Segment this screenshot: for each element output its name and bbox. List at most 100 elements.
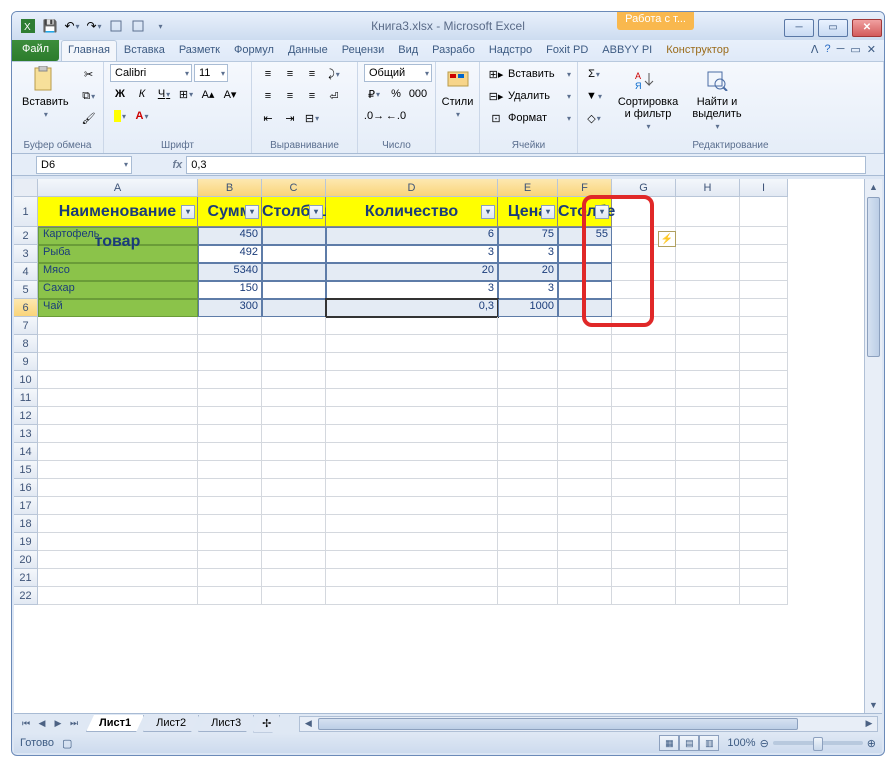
cell[interactable] [326,497,498,515]
hscroll-thumb[interactable] [318,718,798,730]
cell[interactable] [498,425,558,443]
shrink-font-button[interactable]: A▾ [220,84,240,104]
cell[interactable] [38,443,198,461]
tab-developer[interactable]: Разрабо [425,40,482,61]
delete-cells-button[interactable]: ⊟▸ [486,86,506,106]
cell[interactable] [740,443,788,461]
tab-formulas[interactable]: Формул [227,40,281,61]
format-cells-button[interactable]: ⊡ [486,108,506,128]
cell[interactable] [262,317,326,335]
row-header[interactable]: 19 [14,533,38,551]
tab-insert[interactable]: Вставка [117,40,172,61]
cell[interactable] [676,335,740,353]
cell[interactable] [676,353,740,371]
cell[interactable] [740,461,788,479]
cell[interactable] [740,479,788,497]
cell[interactable] [38,317,198,335]
cell[interactable] [676,443,740,461]
cell[interactable] [676,371,740,389]
cell[interactable] [740,263,788,281]
wrap-text-button[interactable]: ⏎ [324,86,344,106]
row-header[interactable]: 11 [14,389,38,407]
macro-record-icon[interactable]: ▢ [62,737,72,750]
cell[interactable] [198,317,262,335]
cell[interactable] [612,281,676,299]
cell[interactable] [198,443,262,461]
cell[interactable] [612,479,676,497]
align-bottom-button[interactable]: ≡ [302,64,322,84]
row-header[interactable]: 18 [14,515,38,533]
cell[interactable] [558,407,612,425]
cell[interactable] [326,371,498,389]
cell[interactable] [612,197,676,227]
cell[interactable] [676,281,740,299]
table-cell[interactable]: 3 [326,281,498,299]
cell[interactable] [558,389,612,407]
cell[interactable] [198,461,262,479]
cell[interactable] [612,461,676,479]
cell[interactable] [262,587,326,605]
cell[interactable] [262,335,326,353]
cell[interactable] [498,479,558,497]
cell[interactable] [262,425,326,443]
row-header[interactable]: 12 [14,407,38,425]
cell[interactable] [740,425,788,443]
cell[interactable] [498,443,558,461]
cell[interactable] [326,587,498,605]
cell[interactable] [38,425,198,443]
cell[interactable] [558,335,612,353]
cell[interactable] [262,371,326,389]
fill-color-button[interactable]: ▾ [110,106,130,126]
table-header-cell[interactable]: Цена▾ [498,197,558,227]
cell[interactable] [498,497,558,515]
cell[interactable] [498,551,558,569]
cell[interactable] [612,353,676,371]
cell[interactable] [198,569,262,587]
cell[interactable] [326,389,498,407]
table-cell[interactable]: 55 [558,227,612,245]
cell[interactable] [262,479,326,497]
normal-view-button[interactable]: ▦ [659,735,679,751]
table-header-cell[interactable]: Столбец▾ [262,197,326,227]
table-cell[interactable]: 5340 [198,263,262,281]
table-cell[interactable]: Мясо [38,263,198,281]
qat-customize[interactable]: ▾ [150,16,170,36]
cell[interactable] [612,515,676,533]
cell[interactable] [558,317,612,335]
table-cell[interactable] [262,281,326,299]
table-cell[interactable]: Чай [38,299,198,317]
cell[interactable] [326,317,498,335]
cell[interactable] [676,569,740,587]
cell[interactable] [676,551,740,569]
cell[interactable] [198,353,262,371]
cell[interactable] [740,497,788,515]
cell[interactable] [558,371,612,389]
tab-nav-next[interactable]: ▶ [50,716,66,732]
align-left-button[interactable]: ≡ [258,86,278,106]
tab-design[interactable]: Конструктор [659,40,736,61]
tab-nav-prev[interactable]: ◀ [34,716,50,732]
table-cell[interactable]: 3 [326,245,498,263]
table-cell[interactable] [558,263,612,281]
cell[interactable] [326,335,498,353]
currency-button[interactable]: ₽▾ [364,84,384,104]
cell[interactable] [558,425,612,443]
cell[interactable] [612,425,676,443]
zoom-out-button[interactable]: ⊖ [760,737,769,750]
row-header[interactable]: 16 [14,479,38,497]
cell[interactable] [326,443,498,461]
cell[interactable] [612,407,676,425]
table-cell[interactable]: 0,3 [326,299,498,317]
cell[interactable] [612,497,676,515]
help-icon[interactable]: ? [824,43,830,58]
table-header-cell[interactable]: Количество▾ [326,197,498,227]
cell[interactable] [612,263,676,281]
find-select-button[interactable]: Найти и выделить ▾ [686,64,748,133]
minimize-ribbon-icon[interactable]: ᐱ [811,43,819,58]
fx-icon[interactable]: fx [172,159,182,171]
row-header[interactable]: 13 [14,425,38,443]
orientation-button[interactable]: ⤸▾ [324,64,344,84]
tab-nav-last[interactable]: ⏭ [66,716,82,732]
tab-addins[interactable]: Надстро [482,40,539,61]
cell[interactable] [558,587,612,605]
